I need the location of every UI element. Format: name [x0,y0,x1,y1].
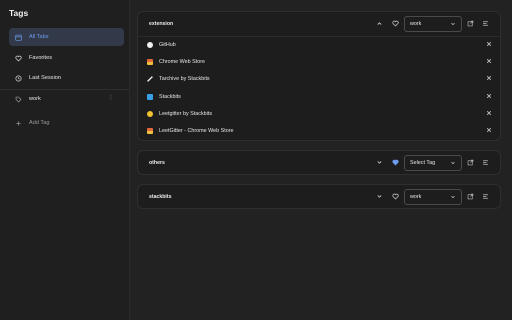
close-icon[interactable] [486,41,492,47]
chrome-web-store-icon [147,58,153,65]
chevron-down-icon [451,195,455,199]
heart-icon [15,55,22,62]
tab-row[interactable]: Stackbits [144,88,496,105]
group-card-extension: extension work GitHub Chrome Web Store T… [137,11,501,141]
heart-filled-icon[interactable] [391,158,400,167]
add-tag-label: Add Tag [29,120,50,126]
chevron-down-icon[interactable] [375,192,384,201]
leetgitter-icon [147,110,153,117]
group-title: extension [149,21,174,27]
heart-icon[interactable] [391,19,400,28]
group-title: others [149,160,165,166]
tab-row[interactable]: Leetgitter by Stackbits [144,105,496,122]
chevron-up-icon[interactable] [375,19,384,28]
more-options-icon[interactable]: ⋮ [108,94,114,101]
tag-icon [15,96,22,103]
sort-list-icon[interactable] [481,192,490,201]
tag-select-value: work [410,194,422,200]
tab-row[interactable]: Tarchive by Stackbits [144,70,496,87]
stackbits-icon [147,93,153,100]
sidebar-item-label: Favorites [29,55,53,61]
sidebar-title: Tags [9,8,29,18]
close-icon[interactable] [486,58,492,64]
tarchive-icon [147,75,153,82]
group-card-others: others Select Tag [137,150,501,175]
sidebar-item-last-session[interactable]: Last Session [9,69,124,87]
calendar-icon [15,34,22,41]
chevron-down-icon[interactable] [375,158,384,167]
close-icon[interactable] [486,75,492,81]
group-header: others Select Tag [138,151,500,175]
close-icon[interactable] [486,93,492,99]
sort-list-icon[interactable] [481,19,490,28]
sidebar-item-label: Last Session [29,75,62,81]
sidebar-item-all-tabs[interactable]: All Tabs [9,28,124,46]
sidebar-item-label: work [29,96,41,102]
heart-icon[interactable] [391,192,400,201]
group-header: extension work [138,12,500,36]
close-icon[interactable] [486,127,492,133]
tab-title: GitHub [159,41,176,48]
tab-title: Leetgitter by Stackbits [159,110,213,117]
tab-title: LeetGitter - Chrome Web Store [159,127,234,134]
chevron-down-icon [451,22,455,26]
open-external-icon[interactable] [466,192,475,201]
tag-select[interactable]: work [404,16,462,32]
sidebar-item-favorites[interactable]: Favorites [9,49,124,67]
sort-list-icon[interactable] [481,158,490,167]
tab-row[interactable]: Chrome Web Store [144,53,496,70]
group-card-stackbits: stackbits work [137,184,501,209]
tab-title: Stackbits [159,93,181,100]
sidebar-item-label: All Tabs [29,34,49,40]
tag-select-value: Select Tag [410,160,436,166]
sidebar: Tags All Tabs Favorites Last Session wor… [0,0,130,320]
group-title: stackbits [149,194,172,200]
sidebar-item-work[interactable]: work ⋮ [9,90,124,108]
tab-row[interactable]: LeetGitter - Chrome Web Store [144,122,496,139]
tag-select[interactable]: Select Tag [404,155,462,171]
tab-title: Tarchive by Stackbits [159,75,210,82]
tag-select-value: work [410,21,422,27]
open-external-icon[interactable] [466,158,475,167]
close-icon[interactable] [486,110,492,116]
group-header: stackbits work [138,185,500,209]
tag-select[interactable]: work [404,189,462,205]
plus-icon [15,120,22,127]
clock-icon [15,74,22,82]
github-icon [147,41,153,48]
tab-row[interactable]: GitHub [144,36,496,53]
open-external-icon[interactable] [466,19,475,28]
chrome-web-store-icon [147,127,153,134]
chevron-down-icon [451,161,455,165]
add-tag-button[interactable]: Add Tag [9,114,124,132]
tab-title: Chrome Web Store [159,58,206,65]
